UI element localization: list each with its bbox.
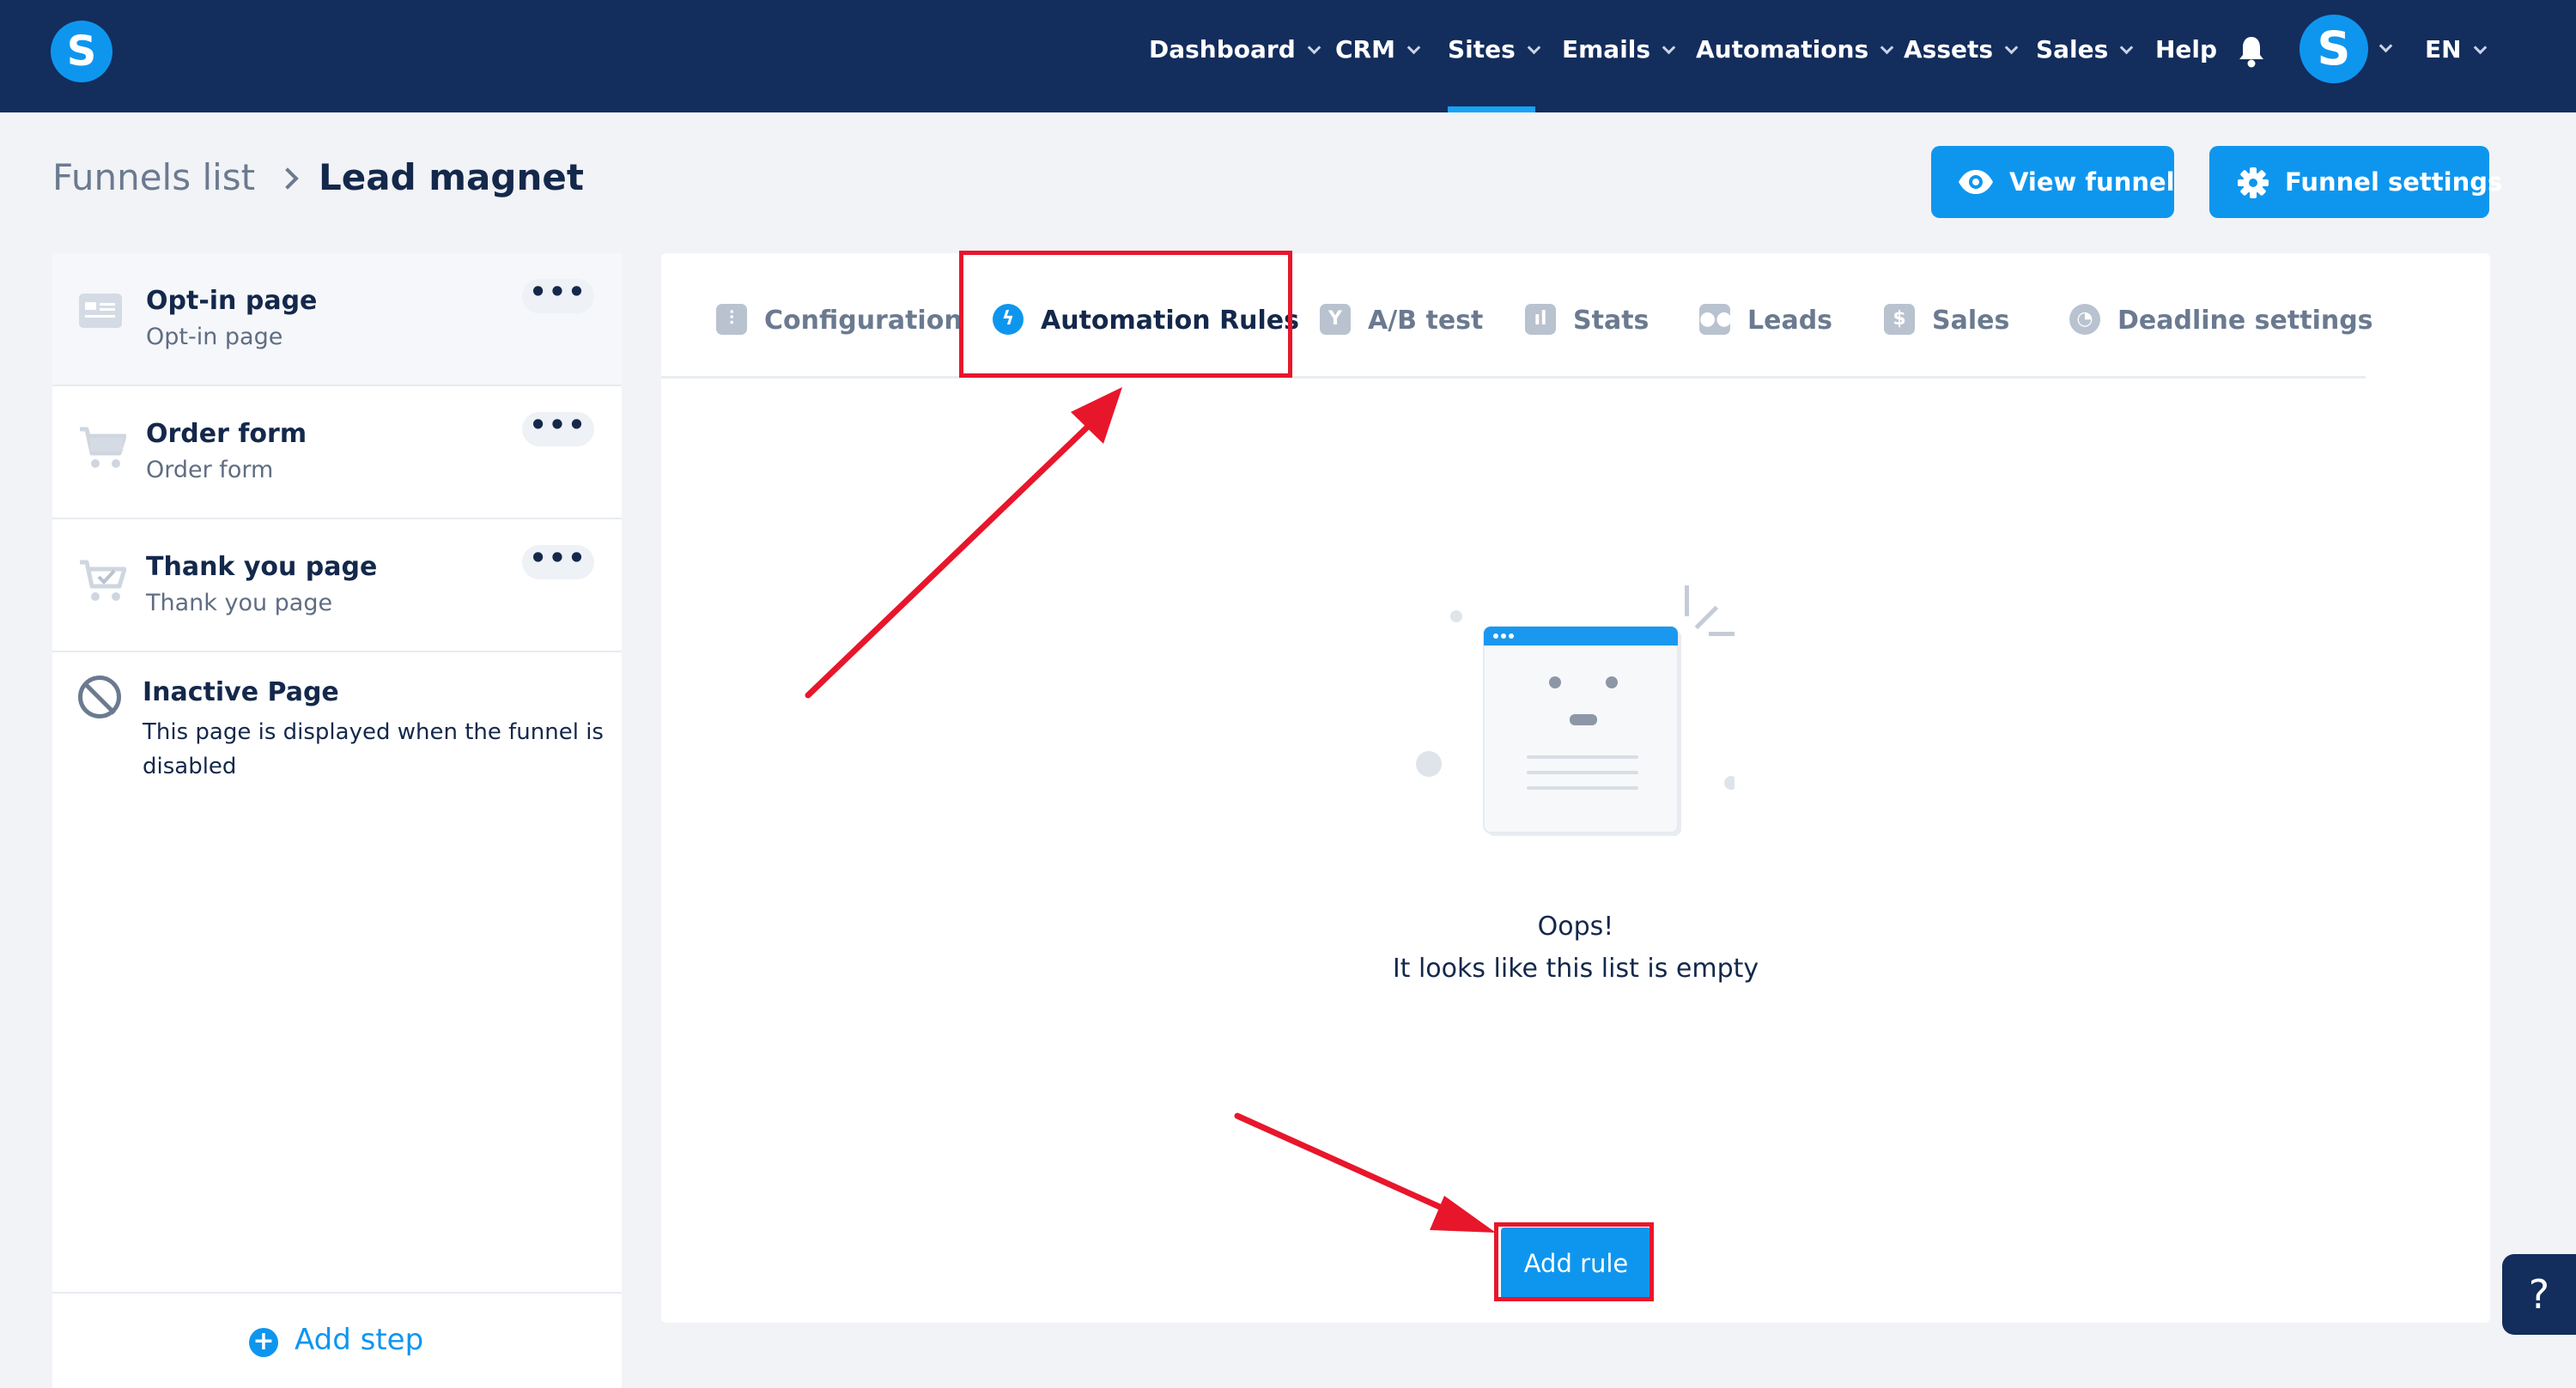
chevron-down-icon bbox=[2473, 40, 2487, 55]
app-logo[interactable]: S bbox=[51, 21, 112, 82]
nav-crm[interactable]: CRM bbox=[1335, 33, 1421, 67]
nav-help[interactable]: Help bbox=[2155, 33, 2217, 67]
nav-sites[interactable]: Sites bbox=[1448, 33, 1541, 67]
empty-state-title: Oops! bbox=[1537, 912, 1614, 942]
chevron-down-icon bbox=[1880, 40, 1894, 55]
nav-assets[interactable]: Assets bbox=[1904, 33, 2019, 67]
chevron-down-icon bbox=[2120, 40, 2134, 55]
tab-label: Configuration bbox=[764, 306, 963, 336]
cart-check-icon bbox=[80, 560, 126, 601]
nav-automations[interactable]: Automations bbox=[1696, 33, 1894, 67]
clock-icon: ◔ bbox=[2069, 303, 2100, 335]
funnel-steps-sidebar: Opt-in page Opt-in page ••• Order form O… bbox=[52, 253, 622, 1388]
help-button[interactable]: ? bbox=[2502, 1254, 2576, 1335]
more-options-button[interactable]: ••• bbox=[522, 544, 594, 579]
tab-label: Sales bbox=[1932, 306, 2010, 336]
chevron-down-icon bbox=[1662, 40, 1676, 55]
funnel-settings-button[interactable]: Funnel settings bbox=[2209, 146, 2502, 218]
language-selector[interactable]: EN bbox=[2425, 33, 2487, 67]
chart-icon: ıl bbox=[1525, 303, 1556, 335]
step-title: Opt-in page bbox=[146, 286, 318, 316]
top-navbar: S Dashboard CRM Sites Emails Automations… bbox=[0, 0, 2576, 112]
nav-sites-label: Sites bbox=[1448, 35, 1516, 64]
tab-configuration[interactable]: ⫶ Configuration bbox=[716, 302, 963, 340]
step-subtitle: Order form bbox=[146, 457, 274, 483]
page-icon bbox=[79, 294, 122, 328]
chevron-down-icon bbox=[1406, 40, 1421, 55]
inactive-page-description: This page is displayed when the funnel i… bbox=[143, 719, 604, 779]
tab-label: Stats bbox=[1573, 306, 1649, 336]
add-step-button[interactable]: + Add step bbox=[52, 1292, 622, 1388]
sliders-icon: ⫶ bbox=[716, 303, 747, 335]
tabs-divider bbox=[661, 376, 2366, 379]
cart-icon bbox=[80, 427, 126, 468]
chevron-down-icon bbox=[1527, 40, 1541, 55]
step-title: Order form bbox=[146, 419, 307, 449]
view-funnel-button[interactable]: View funnel bbox=[1931, 146, 2175, 218]
step-title: Thank you page bbox=[146, 552, 378, 582]
active-nav-indicator bbox=[1448, 106, 1535, 112]
chevron-down-icon[interactable] bbox=[2379, 39, 2393, 53]
view-funnel-label: View funnel bbox=[2009, 167, 2175, 197]
users-icon: ●● bbox=[1699, 303, 1732, 335]
tab-label: Deadline settings bbox=[2117, 306, 2373, 336]
bell-icon[interactable] bbox=[2238, 34, 2265, 69]
nav-dashboard-label: Dashboard bbox=[1149, 35, 1296, 64]
step-subtitle: Opt-in page bbox=[146, 324, 283, 350]
page-title: Lead magnet bbox=[319, 156, 584, 198]
tab-deadline-settings[interactable]: ◔ Deadline settings bbox=[2069, 302, 2373, 340]
nav-emails-label: Emails bbox=[1562, 35, 1651, 64]
tab-label: A/B test bbox=[1368, 306, 1484, 336]
more-options-button[interactable]: ••• bbox=[522, 278, 594, 313]
chevron-down-icon bbox=[1307, 40, 1321, 55]
chevron-right-icon bbox=[276, 167, 299, 190]
nav-assets-label: Assets bbox=[1904, 35, 1994, 64]
tab-ab-test[interactable]: Y A/B test bbox=[1320, 302, 1483, 340]
step-order-form[interactable]: Order form Order form ••• bbox=[52, 386, 622, 519]
nav-automations-label: Automations bbox=[1696, 35, 1869, 64]
language-label: EN bbox=[2425, 35, 2462, 64]
funnel-settings-label: Funnel settings bbox=[2285, 167, 2503, 197]
nav-crm-label: CRM bbox=[1335, 35, 1395, 64]
chevron-down-icon bbox=[2004, 40, 2019, 55]
inactive-page-title[interactable]: Inactive Page bbox=[143, 677, 339, 707]
gear-icon bbox=[2238, 167, 2269, 198]
dollar-icon: $ bbox=[1884, 303, 1915, 335]
split-icon: Y bbox=[1320, 303, 1351, 335]
disabled-icon bbox=[78, 676, 121, 718]
user-avatar[interactable]: S bbox=[2300, 15, 2368, 83]
nav-emails[interactable]: Emails bbox=[1562, 33, 1676, 67]
highlight-box-add-rule bbox=[1494, 1222, 1654, 1301]
nav-dashboard[interactable]: Dashboard bbox=[1149, 33, 1321, 67]
tab-stats[interactable]: ıl Stats bbox=[1525, 302, 1649, 340]
more-options-button[interactable]: ••• bbox=[522, 411, 594, 446]
step-thank-you-page[interactable]: Thank you page Thank you page ••• bbox=[52, 519, 622, 652]
step-subtitle: Thank you page bbox=[146, 590, 333, 616]
empty-state-illustration bbox=[1416, 585, 1735, 836]
nav-sales-label: Sales bbox=[2036, 35, 2109, 64]
tab-leads[interactable]: ●● Leads bbox=[1699, 302, 1832, 340]
nav-sales[interactable]: Sales bbox=[2036, 33, 2134, 67]
breadcrumb-funnels-list[interactable]: Funnels list bbox=[52, 156, 255, 198]
step-opt-in-page[interactable]: Opt-in page Opt-in page ••• bbox=[52, 253, 622, 386]
eye-icon bbox=[1959, 170, 1993, 194]
highlight-box-automation-rules bbox=[959, 251, 1292, 378]
tab-sales[interactable]: $ Sales bbox=[1884, 302, 2009, 340]
add-step-label: Add step bbox=[295, 1323, 424, 1357]
tab-label: Leads bbox=[1747, 306, 1833, 336]
empty-state-message: It looks like this list is empty bbox=[1392, 954, 1759, 984]
nav-help-label: Help bbox=[2155, 35, 2218, 64]
plus-circle-icon: + bbox=[249, 1328, 278, 1357]
